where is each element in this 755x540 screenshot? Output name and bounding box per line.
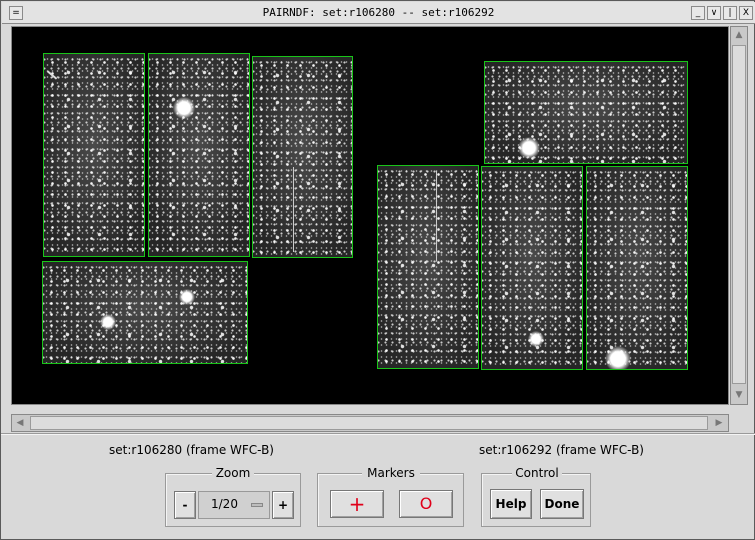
ndf-tile-right-4[interactable] [586,166,688,370]
bright-star [528,331,544,347]
window-menu-icon[interactable]: = [9,6,23,20]
title-bar[interactable]: PAIRNDF: set:r106280 -- set:r106292 = _ … [2,2,755,24]
separator [1,433,755,435]
bright-star [179,289,195,305]
close-button[interactable]: X [739,6,753,20]
cross-marker-button[interactable]: + [330,490,384,518]
zoom-out-button[interactable]: - [174,491,196,519]
bright-star [518,137,540,159]
maximize-button[interactable]: ∨ [707,6,721,20]
circle-marker-button[interactable]: O [399,490,453,518]
scroll-down-icon[interactable]: ▼ [731,387,747,403]
zoom-in-button[interactable]: + [272,491,294,519]
zoom-menu-indicator-icon [251,503,263,507]
ndf-tile-right-1[interactable] [484,61,688,164]
vertical-scroll-thumb[interactable] [732,45,746,384]
satellite-trail [46,70,58,80]
markers-group-title: Markers [362,466,420,480]
control-group: Control Help Done [481,466,591,527]
bright-star [100,314,116,330]
horizontal-scrollbar[interactable]: ◀ ▶ [11,414,729,432]
right-frame-label: set:r106292 (frame WFC-B) [479,443,644,457]
ndf-tile-left-2[interactable] [148,53,250,257]
bleed-column [293,167,294,252]
image-canvas[interactable] [11,26,729,405]
horizontal-scroll-thumb[interactable] [30,416,708,430]
bright-star [173,97,195,119]
ndf-tile-right-3[interactable] [481,166,583,370]
zoom-level-field[interactable]: 1/20 [198,491,270,519]
zoom-group: Zoom - 1/20 + [165,466,301,527]
left-frame-label: set:r106280 (frame WFC-B) [109,443,274,457]
pairndf-window: PAIRNDF: set:r106280 -- set:r106292 = _ … [0,0,755,540]
scroll-right-icon[interactable]: ▶ [711,415,727,431]
shade-button[interactable]: | [723,6,737,20]
zoom-group-title: Zoom [212,466,254,480]
ndf-tile-left-3[interactable] [252,56,353,258]
vertical-scrollbar[interactable]: ▲ ▼ [730,26,748,405]
ndf-tile-left-4[interactable] [42,261,248,364]
zoom-level-value: 1/20 [211,497,238,511]
markers-group: Markers + O [317,466,464,527]
ndf-tile-left-1[interactable] [43,53,145,257]
help-button[interactable]: Help [490,489,532,519]
minimize-button[interactable]: _ [691,6,705,20]
scroll-left-icon[interactable]: ◀ [12,415,28,431]
window-title: PAIRNDF: set:r106280 -- set:r106292 [262,6,495,19]
ndf-tile-right-2[interactable] [377,165,479,369]
scroll-up-icon[interactable]: ▲ [731,27,747,43]
control-group-title: Control [512,466,562,480]
bleed-column [436,171,437,261]
bright-star [605,346,631,369]
done-button[interactable]: Done [540,489,584,519]
